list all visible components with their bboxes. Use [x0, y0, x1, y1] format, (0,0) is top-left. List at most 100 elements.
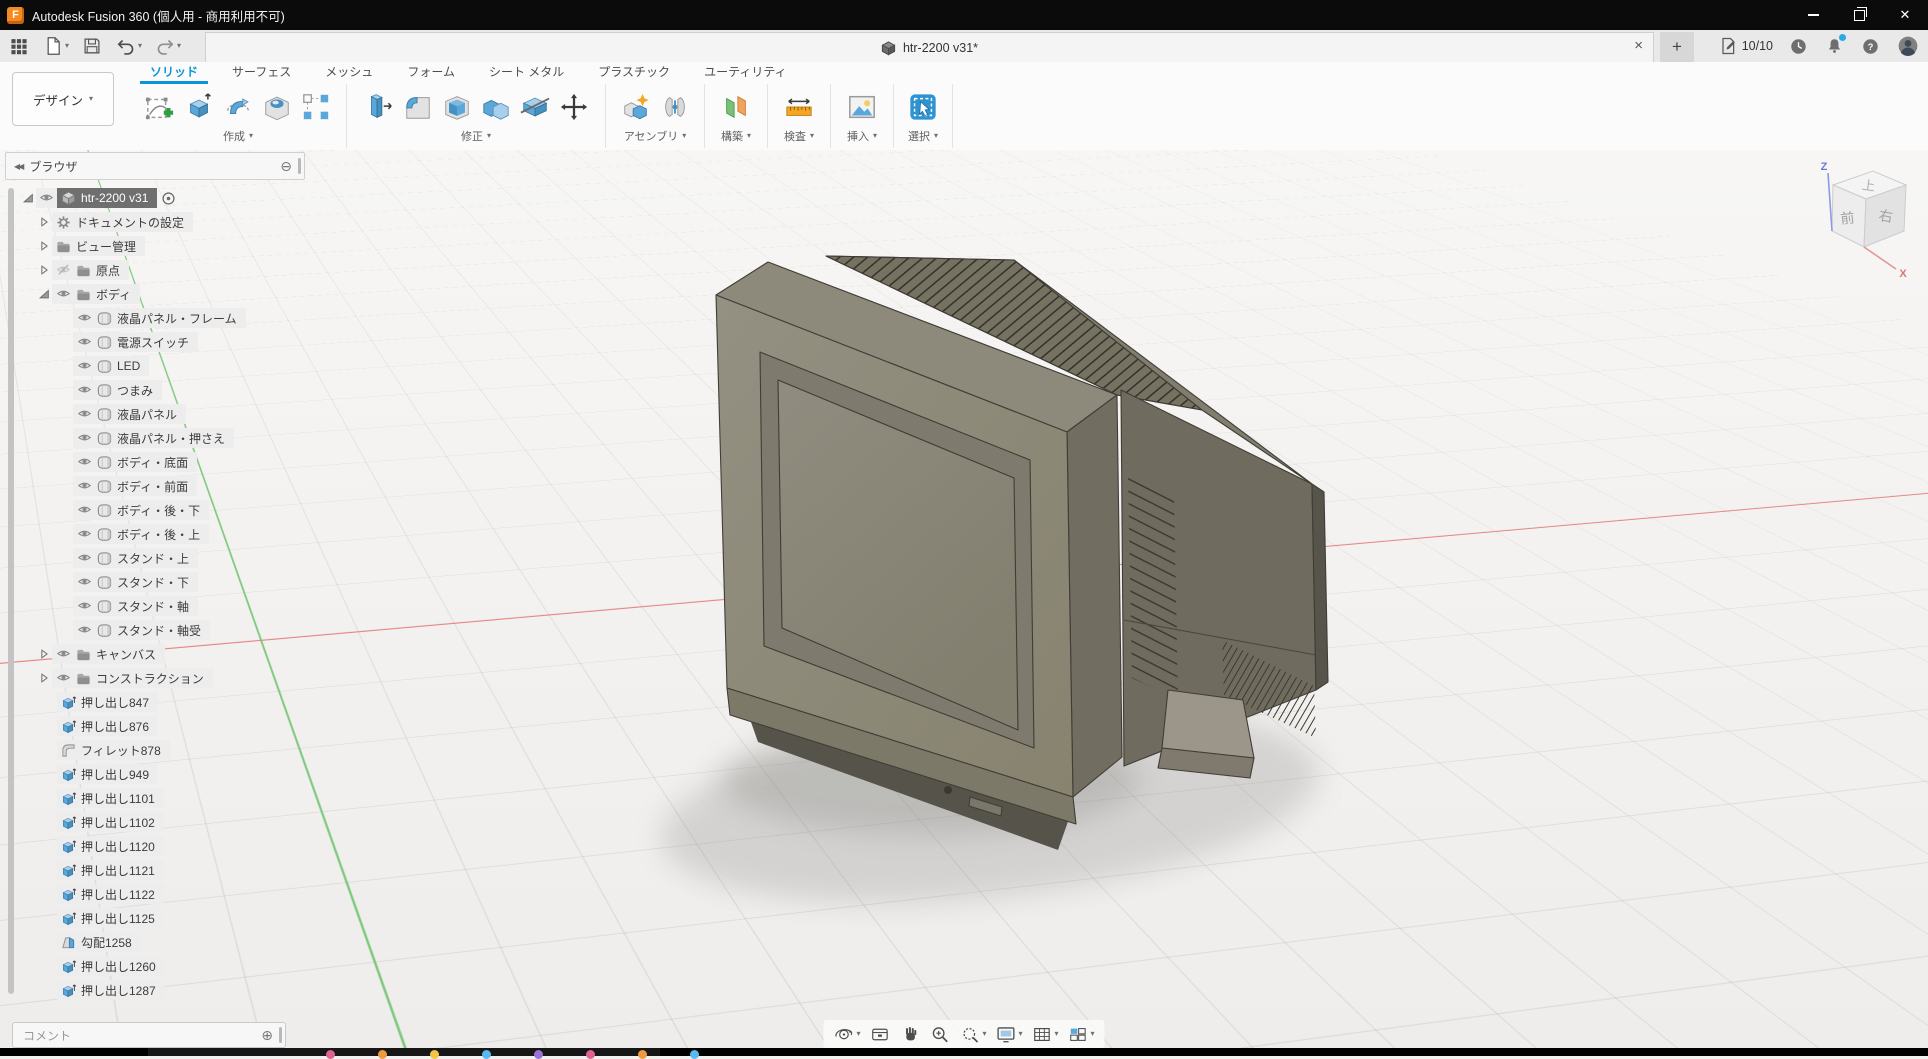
taskbar-app-icon[interactable]: [430, 1050, 439, 1059]
viewports-button[interactable]: ▾: [1068, 1024, 1095, 1045]
new-tab-button[interactable]: +: [1660, 32, 1694, 62]
tree-item[interactable]: ドキュメントの設定: [5, 210, 305, 234]
tree-item[interactable]: ボディ・後・上: [5, 522, 305, 546]
zoom-button[interactable]: [929, 1024, 950, 1045]
taskbar-app-icon[interactable]: [482, 1050, 491, 1059]
extrude-button[interactable]: [182, 90, 216, 124]
browser-header-scroll-nub[interactable]: [298, 158, 301, 174]
undo-button[interactable]: ▾: [111, 33, 146, 59]
visibility-eye-icon[interactable]: [77, 383, 92, 398]
ribbon-tab-4[interactable]: シート メタル: [475, 63, 578, 84]
panel-label-検査[interactable]: 検査▾: [784, 127, 814, 148]
avatar-button[interactable]: [1896, 34, 1920, 58]
tree-item[interactable]: ボディ: [5, 282, 305, 306]
panel-label-アセンブリ[interactable]: アセンブリ▾: [624, 127, 686, 148]
tree-item[interactable]: コンストラクション: [5, 666, 305, 690]
tree-item[interactable]: 押し出し1287: [5, 978, 305, 1002]
tree-item[interactable]: 押し出し1101: [5, 786, 305, 810]
collapse-browser-icon[interactable]: ◀◀: [14, 162, 22, 171]
panel-label-選択[interactable]: 選択▾: [908, 127, 938, 148]
tree-item[interactable]: スタンド・上: [5, 546, 305, 570]
visibility-eye-icon[interactable]: [77, 407, 92, 422]
visibility-eye-icon[interactable]: [77, 575, 92, 590]
taskbar-app-icon[interactable]: [534, 1050, 543, 1059]
expand-arrow-icon[interactable]: [35, 670, 52, 686]
split-button[interactable]: [518, 90, 552, 124]
workspace-dropdown[interactable]: デザイン ▾: [12, 72, 114, 126]
look-at-button[interactable]: [869, 1024, 890, 1045]
ribbon-tab-2[interactable]: メッシュ: [311, 63, 387, 84]
visibility-eye-icon[interactable]: [77, 359, 92, 374]
tree-item[interactable]: 押し出し1121: [5, 858, 305, 882]
clock-button[interactable]: [1788, 36, 1809, 57]
create-sketch-button[interactable]: [143, 90, 177, 124]
notifications-button[interactable]: [1824, 36, 1845, 57]
tree-item[interactable]: スタンド・下: [5, 570, 305, 594]
tree-item[interactable]: 液晶パネル・フレーム: [5, 306, 305, 330]
hole-button[interactable]: [260, 90, 294, 124]
comment-plus-icon[interactable]: ⊕: [261, 1028, 273, 1042]
tree-item[interactable]: htr-2200 v31: [5, 186, 305, 210]
press-pull-button[interactable]: [362, 90, 396, 124]
panel-label-構築[interactable]: 構築▾: [721, 127, 751, 148]
taskbar-app-icon[interactable]: [586, 1050, 595, 1059]
tree-item[interactable]: スタンド・軸: [5, 594, 305, 618]
tree-item[interactable]: ボディ・後・下: [5, 498, 305, 522]
new-component-button[interactable]: [619, 90, 653, 124]
visibility-eye-icon[interactable]: [39, 191, 54, 206]
taskbar-app-icon[interactable]: [690, 1050, 699, 1059]
joint-button[interactable]: [658, 90, 692, 124]
tree-item[interactable]: 電源スイッチ: [5, 330, 305, 354]
tree-item[interactable]: 押し出し1122: [5, 882, 305, 906]
fit-button[interactable]: ▾: [959, 1024, 986, 1045]
visibility-eye-icon[interactable]: [56, 287, 71, 302]
construction-button[interactable]: [719, 90, 753, 124]
visibility-eye-icon[interactable]: [77, 335, 92, 350]
expand-arrow-icon[interactable]: [35, 238, 52, 254]
taskbar-app-icon[interactable]: [378, 1050, 387, 1059]
panel-label-作成[interactable]: 作成▾: [223, 127, 253, 148]
browser-minus-icon[interactable]: ⊖: [280, 159, 292, 173]
app-menu-button[interactable]: [4, 33, 34, 59]
file-new-button[interactable]: ▾: [38, 33, 73, 59]
panel-label-挿入[interactable]: 挿入▾: [847, 127, 877, 148]
tree-item[interactable]: 押し出し1125: [5, 906, 305, 930]
viewport-3d[interactable]: 上 前 右 Z X ◀◀ ブラウザ ⊖ htr-2200 v31ドキュメントの設…: [0, 150, 1928, 1048]
combine-button[interactable]: [479, 90, 513, 124]
insert-image-button[interactable]: [845, 90, 879, 124]
visibility-eye-icon[interactable]: [77, 503, 92, 518]
viewcube[interactable]: 上 前 右 Z X: [1798, 155, 1928, 285]
expand-arrow-icon[interactable]: [35, 262, 52, 278]
tree-item[interactable]: 押し出し949: [5, 762, 305, 786]
shell-button[interactable]: [440, 90, 474, 124]
browser-header[interactable]: ◀◀ ブラウザ ⊖: [5, 152, 305, 180]
document-tab[interactable]: htr-2200 v31* ×: [205, 32, 1654, 63]
display-settings-button[interactable]: ▾: [995, 1024, 1022, 1045]
visibility-eye-icon[interactable]: [77, 551, 92, 566]
close-tab-icon[interactable]: ×: [1634, 38, 1643, 53]
fillet-button[interactable]: [401, 90, 435, 124]
select-button[interactable]: [906, 90, 940, 124]
orbit-button[interactable]: ▾: [833, 1024, 860, 1045]
revolve-button[interactable]: [221, 90, 255, 124]
tree-item[interactable]: 押し出し847: [5, 690, 305, 714]
browser-scrollbar[interactable]: [8, 188, 14, 994]
target-icon[interactable]: [161, 191, 176, 206]
panel-label-修正[interactable]: 修正▾: [461, 127, 491, 148]
move-button[interactable]: [557, 90, 591, 124]
redo-button[interactable]: ▾: [150, 33, 185, 59]
ribbon-tab-1[interactable]: サーフェス: [218, 63, 305, 84]
visibility-eye-icon[interactable]: [56, 647, 71, 662]
collapse-arrow-icon[interactable]: [35, 286, 52, 302]
tree-item[interactable]: LED: [5, 354, 305, 378]
restore-button[interactable]: [1836, 0, 1882, 30]
tree-item[interactable]: 原点: [5, 258, 305, 282]
tree-item[interactable]: フィレット878: [5, 738, 305, 762]
tree-item[interactable]: 勾配1258: [5, 930, 305, 954]
tree-item[interactable]: 押し出し876: [5, 714, 305, 738]
tree-item[interactable]: ボディ・底面: [5, 450, 305, 474]
pan-button[interactable]: [899, 1024, 920, 1045]
tree-item[interactable]: スタンド・軸受: [5, 618, 305, 642]
measure-button[interactable]: [782, 90, 816, 124]
ribbon-tab-3[interactable]: フォーム: [393, 63, 469, 84]
